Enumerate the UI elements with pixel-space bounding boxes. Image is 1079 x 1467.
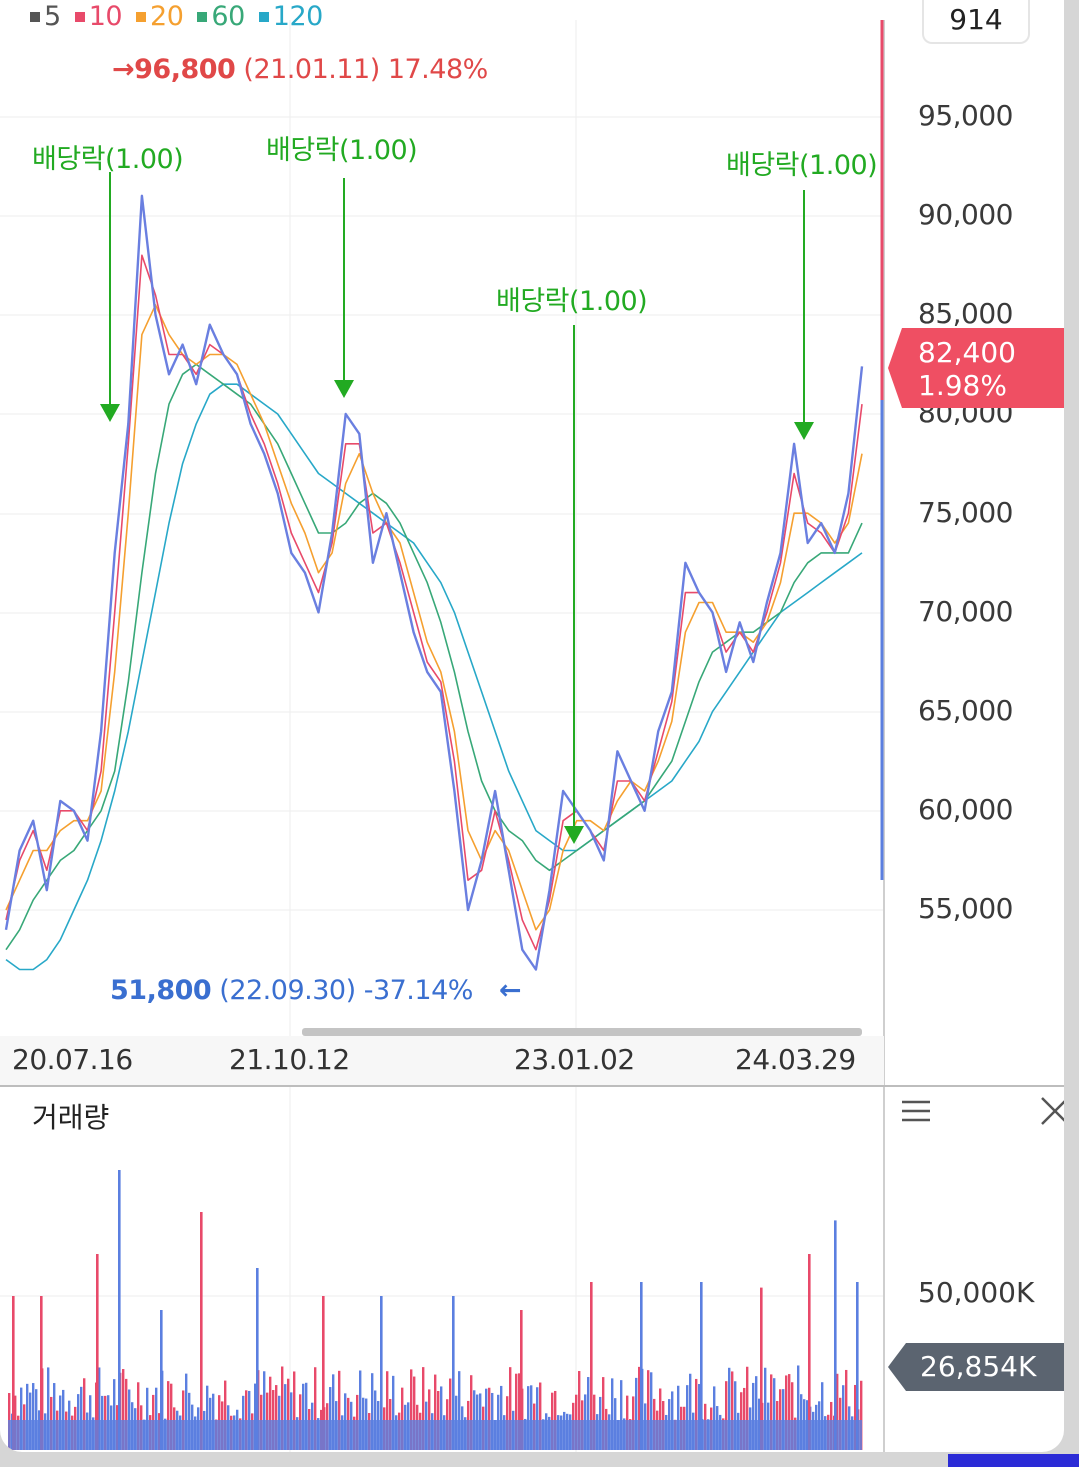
dividend-label: 배당락(1.00) <box>32 144 184 175</box>
ma-line-120 <box>5 383 863 971</box>
price-axis-label: 75,000 <box>918 496 1013 529</box>
price-axis-label: 70,000 <box>918 595 1013 628</box>
price-axis-label: 55,000 <box>918 892 1013 925</box>
dividend-triangle-icon <box>334 380 354 398</box>
menu-icon[interactable] <box>900 1096 932 1128</box>
date-axis-label: 23.01.02 <box>514 1043 635 1076</box>
high-annotation: →96,800 (21.01.11) 17.48% <box>112 54 488 85</box>
high-date: (21.01.11) <box>243 54 380 85</box>
high-pct: 17.48% <box>387 54 488 85</box>
price-axis-label: 95,000 <box>918 99 1013 132</box>
arrow-left-icon: ← <box>499 975 522 1006</box>
volume-axis-label: 50,000K <box>918 1276 1035 1309</box>
close-icon[interactable] <box>1038 1094 1064 1128</box>
current-price: 82,400 <box>918 336 1016 369</box>
dividend-label: 배당락(1.00) <box>496 286 648 317</box>
price-axis-label: 90,000 <box>918 198 1013 231</box>
price-axis-label: 60,000 <box>918 793 1013 826</box>
date-axis-label: 21.10.12 <box>229 1043 350 1076</box>
low-date: (22.09.30) <box>219 975 356 1006</box>
volume-baseline-band <box>8 1420 862 1450</box>
ma-line-5 <box>4 194 864 971</box>
dividend-markers <box>100 172 814 844</box>
horizontal-scrollbar[interactable] <box>302 1028 862 1036</box>
current-change: 1.98% <box>918 369 1007 402</box>
current-price-tag: 82,400 1.98% <box>888 328 1064 408</box>
volume-bars <box>8 1170 863 1450</box>
current-volume-tag: 26,854K <box>888 1343 1064 1391</box>
bottom-indicator <box>948 1454 1079 1467</box>
dividend-triangle-icon <box>100 404 120 422</box>
current-volume: 26,854K <box>920 1350 1037 1383</box>
date-axis-label: 20.07.16 <box>12 1043 133 1076</box>
grid-vertical <box>289 20 577 1452</box>
low-annotation: 51,800 (22.09.30) -37.14% ← <box>110 975 522 1006</box>
date-axis-label: 24.03.29 <box>735 1043 856 1076</box>
volume-bar <box>200 1212 203 1450</box>
low-price: 51,800 <box>110 975 212 1006</box>
ma-lines <box>4 194 864 971</box>
dividend-triangle-icon <box>794 422 814 440</box>
price-axis-label: 65,000 <box>918 694 1013 727</box>
dividend-label: 배당락(1.00) <box>726 150 878 181</box>
price-chart[interactable] <box>0 0 1064 1452</box>
dividend-label: 배당락(1.00) <box>266 135 418 166</box>
ma-line-20 <box>5 304 863 931</box>
volume-pane-title: 거래량 <box>32 1101 110 1134</box>
volume-bar <box>834 1220 837 1450</box>
arrow-right-icon: → <box>112 54 135 85</box>
low-pct: -37.14% <box>363 975 474 1006</box>
volume-bar <box>118 1170 121 1450</box>
price-axis-label: 85,000 <box>918 297 1013 330</box>
high-price: 96,800 <box>134 54 236 85</box>
chart-card: 5 10 20 60 120 914 95,000 90,000 85,000 … <box>0 0 1064 1452</box>
